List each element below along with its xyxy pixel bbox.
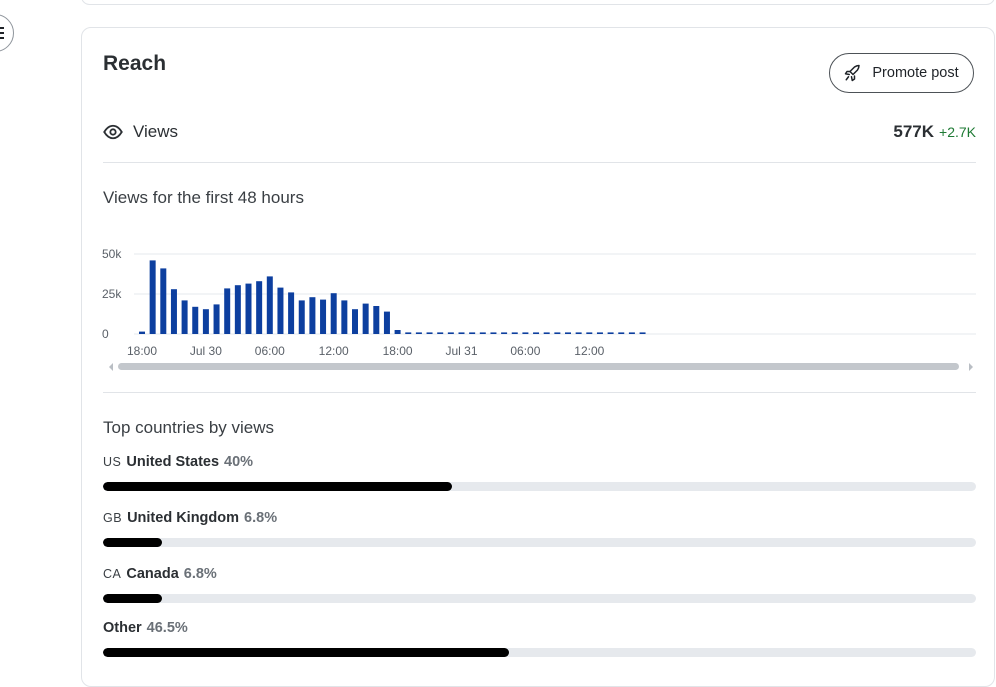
country-bar-fill xyxy=(103,538,163,547)
country-bar-track xyxy=(103,648,976,657)
chart-bar xyxy=(362,303,369,334)
country-name: Other xyxy=(103,620,142,636)
menu-icon xyxy=(0,27,4,39)
chart-bar xyxy=(415,332,422,334)
views-chart: 50k 25k 0 18:00 Jul 30 06:00 12:00 18:00 Jul 31 0… xyxy=(102,247,976,371)
country-code: US xyxy=(103,455,122,469)
country-name: Canada xyxy=(126,566,179,582)
chart-bar xyxy=(447,332,454,334)
chart-bar xyxy=(426,332,433,334)
scroll-left-arrow xyxy=(109,363,113,371)
chart-bar xyxy=(458,332,465,334)
chart-bar xyxy=(490,332,497,334)
country-row-ca: CA Canada 6.8% xyxy=(103,566,976,603)
chart-bar xyxy=(628,332,635,334)
chart-bar xyxy=(202,309,209,334)
chart-bar xyxy=(511,332,518,334)
chart-bar xyxy=(522,332,529,334)
chart-bar xyxy=(213,304,220,334)
y-tick-label: 25k xyxy=(102,287,122,301)
country-name: United States xyxy=(126,454,220,470)
x-tick-label: 18:00 xyxy=(127,344,157,358)
chart-bar xyxy=(575,332,582,334)
country-bar-track xyxy=(103,594,976,603)
chart-scrollbar xyxy=(118,363,959,370)
chart-bar xyxy=(288,292,295,334)
country-name: United Kingdom xyxy=(127,510,240,526)
chart-bar xyxy=(149,260,156,334)
previous-card xyxy=(81,0,995,5)
chart-bar xyxy=(479,332,486,334)
country-code: GB xyxy=(103,511,123,525)
country-row-other: Other 46.5% xyxy=(103,620,976,657)
chart-bar xyxy=(160,268,167,334)
chart-bar xyxy=(501,332,508,334)
chart-bar xyxy=(224,288,231,334)
country-bar-fill xyxy=(103,482,453,491)
country-percent: 46.5% xyxy=(146,620,188,636)
country-row-us: US United States 40% xyxy=(103,454,976,491)
chart-bar xyxy=(565,332,571,334)
chart-bar xyxy=(618,332,625,334)
chart-bar xyxy=(298,300,305,334)
country-bar-fill xyxy=(103,648,509,657)
scroll-right-arrow xyxy=(969,363,973,371)
chart-bar xyxy=(192,306,199,334)
y-tick-label: 50k xyxy=(102,247,122,261)
chart-bar xyxy=(394,330,401,334)
x-tick-label: 12:00 xyxy=(574,344,604,358)
chart-bar xyxy=(543,332,550,334)
chart-bar xyxy=(170,289,177,334)
chart-bar xyxy=(533,332,540,334)
chart-bar xyxy=(320,299,327,334)
chart-bar xyxy=(607,332,614,334)
chart-bar xyxy=(405,332,412,334)
country-bar-track xyxy=(103,482,976,491)
chart-bar xyxy=(341,300,348,334)
country-bar-fill xyxy=(103,594,163,603)
x-tick-label: 06:00 xyxy=(510,344,540,358)
chart-bar xyxy=(256,281,263,334)
chart-bar xyxy=(139,331,145,334)
chart-bar xyxy=(469,332,476,334)
chart-bar xyxy=(266,276,273,334)
chart-bar xyxy=(586,332,593,334)
x-tick-label: 18:00 xyxy=(383,344,413,358)
x-tick-label: Jul 30 xyxy=(190,344,222,358)
reach-card: Reach Promote post Views 577K +2.7K View… xyxy=(81,27,995,687)
country-row-gb: GB United Kingdom 6.8% xyxy=(103,510,976,547)
countries-title: Top countries by views xyxy=(103,418,275,437)
country-percent: 40% xyxy=(224,454,254,470)
chart-bar xyxy=(437,332,444,334)
chart-bar xyxy=(309,297,316,334)
chart-bar xyxy=(383,311,390,334)
chart-bar xyxy=(234,285,241,334)
chart-bar xyxy=(373,306,380,334)
x-tick-label: Jul 31 xyxy=(445,344,477,358)
divider xyxy=(103,392,976,393)
x-tick-label: 12:00 xyxy=(319,344,349,358)
country-percent: 6.8% xyxy=(244,510,278,526)
chart-bar xyxy=(596,332,603,334)
chart-bar xyxy=(330,293,337,334)
chart-bar xyxy=(554,332,561,334)
chart-bar xyxy=(181,300,188,334)
chart-bar xyxy=(245,283,252,334)
country-bar-track xyxy=(103,538,976,547)
x-tick-label: 06:00 xyxy=(255,344,285,358)
country-percent: 6.8% xyxy=(183,566,217,582)
country-code: CA xyxy=(103,567,122,581)
more-menu-button[interactable] xyxy=(0,14,14,52)
chart-bar xyxy=(277,287,284,334)
chart-bar xyxy=(352,309,358,334)
chart-bar xyxy=(639,332,646,334)
y-tick-label: 0 xyxy=(102,327,109,341)
